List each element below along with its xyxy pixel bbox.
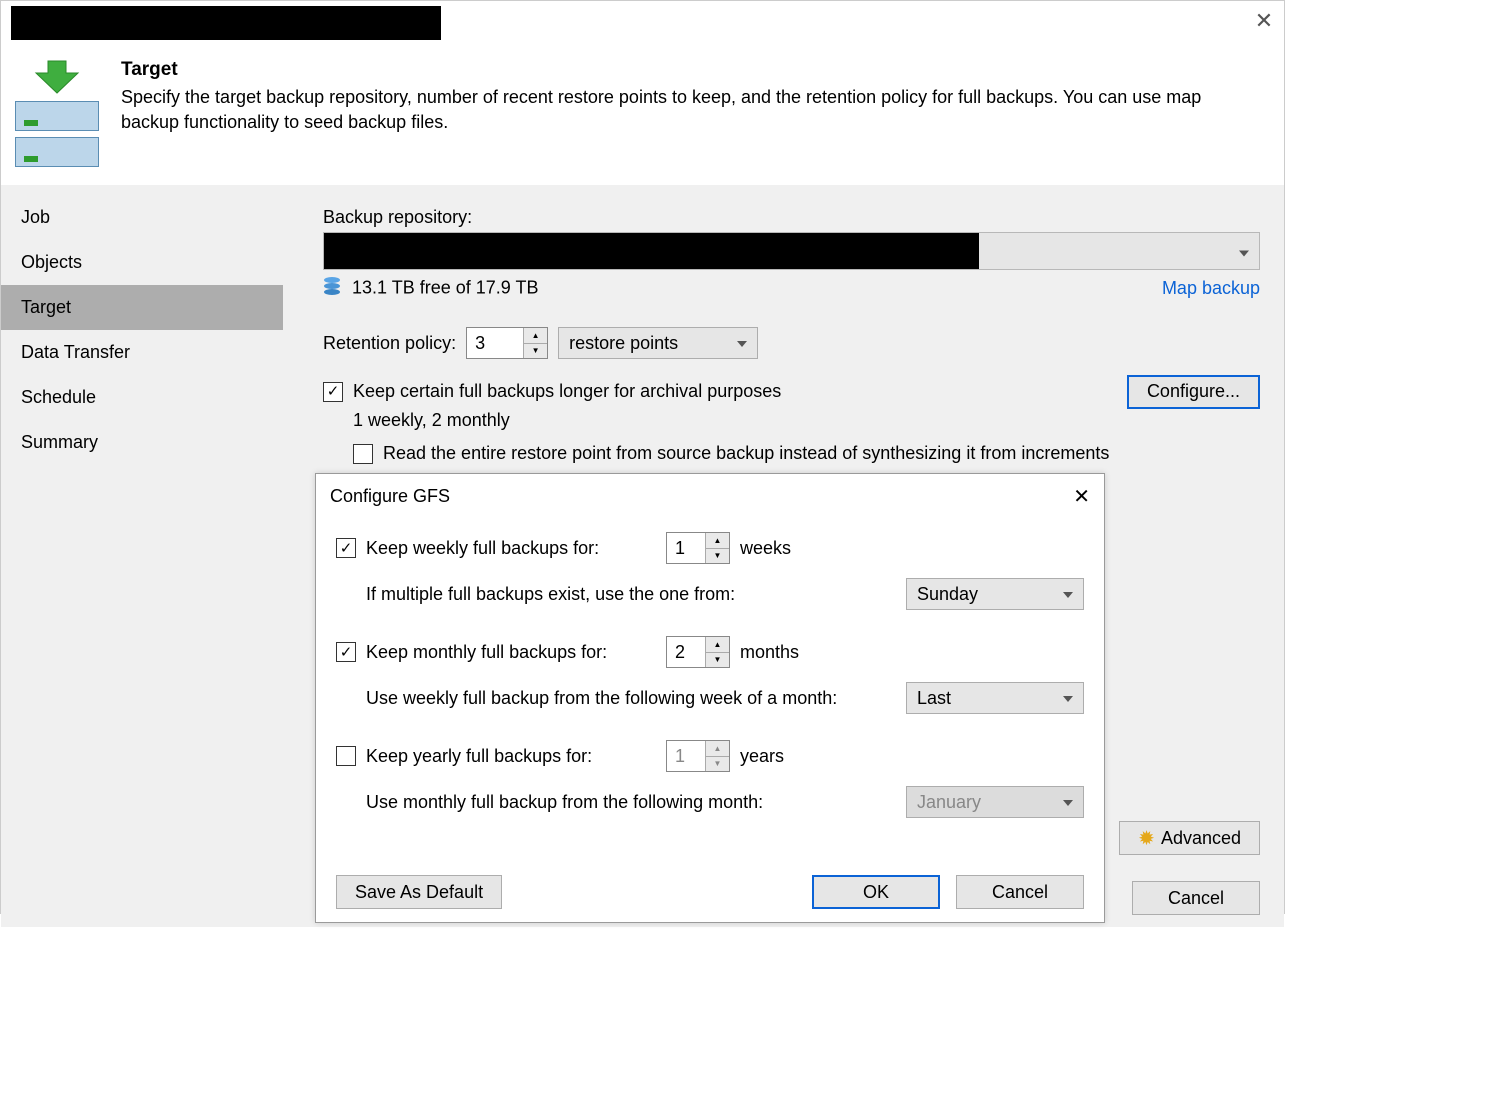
ok-button-label: OK [863, 882, 889, 903]
spin-buttons[interactable]: ▲▼ [705, 741, 729, 771]
wizard-steps: Job Objects Target Data Transfer Schedul… [1, 185, 283, 869]
sidebar-item-label: Job [21, 207, 50, 227]
gfs-weekly-group: ✓ Keep weekly full backups for: 1 ▲▼ wee… [336, 532, 1084, 610]
monthly-checkbox[interactable]: ✓ [336, 642, 356, 662]
weekly-sub-label: If multiple full backups exist, use the … [366, 584, 735, 605]
retention-value: 3 [467, 328, 523, 358]
sidebar-item-label: Data Transfer [21, 342, 130, 362]
sidebar-item-label: Objects [21, 252, 82, 272]
free-space-info: 13.1 TB free of 17.9 TB [323, 276, 538, 301]
backup-repository-dropdown[interactable] [323, 232, 1260, 270]
weekly-day-select[interactable]: Sunday [906, 578, 1084, 610]
advanced-button-label: Advanced [1161, 828, 1241, 849]
configure-gfs-dialog: Configure GFS ✕ ✓ Keep weekly full backu… [315, 473, 1105, 923]
read-entire-label: Read the entire restore point from sourc… [383, 443, 1109, 464]
close-icon: ✕ [1255, 8, 1273, 34]
cancel-button-label: Cancel [1168, 888, 1224, 909]
dialog-body: ✓ Keep weekly full backups for: 1 ▲▼ wee… [316, 518, 1104, 862]
sidebar-item-schedule[interactable]: Schedule [1, 375, 283, 420]
yearly-checkbox[interactable] [336, 746, 356, 766]
target-icon [11, 59, 103, 167]
save-as-default-label: Save As Default [355, 882, 483, 903]
sidebar-item-summary[interactable]: Summary [1, 420, 283, 465]
weekly-day-value: Sunday [917, 584, 978, 605]
map-backup-link[interactable]: Map backup [1162, 278, 1260, 299]
backup-repository-label: Backup repository: [323, 207, 1260, 228]
yearly-unit: years [740, 746, 784, 767]
dialog-title: Configure GFS [330, 486, 450, 507]
cancel-button[interactable]: Cancel [956, 875, 1084, 909]
chevron-down-icon [1063, 691, 1073, 705]
read-entire-checkbox[interactable] [353, 444, 373, 464]
free-space-text: 13.1 TB free of 17.9 TB [352, 277, 538, 297]
weekly-checkbox[interactable]: ✓ [336, 538, 356, 558]
dialog-close-button[interactable]: ✕ [1073, 484, 1090, 509]
gfs-yearly-group: Keep yearly full backups for: 1 ▲▼ years… [336, 740, 1084, 818]
gfs-monthly-group: ✓ Keep monthly full backups for: 2 ▲▼ mo… [336, 636, 1084, 714]
dialog-footer: Save As Default OK Cancel [316, 862, 1104, 922]
save-as-default-button[interactable]: Save As Default [336, 875, 502, 909]
sidebar-item-target[interactable]: Target [1, 285, 283, 330]
chevron-down-icon [1063, 587, 1073, 601]
retention-policy-label: Retention policy: [323, 333, 456, 354]
repository-redacted [324, 233, 979, 269]
spin-buttons[interactable]: ▲▼ [523, 328, 547, 358]
retention-unit-label: restore points [569, 333, 678, 354]
yearly-sub-label: Use monthly full backup from the followi… [366, 792, 763, 813]
chevron-down-icon [1239, 241, 1249, 262]
cancel-button-label: Cancel [992, 882, 1048, 903]
spin-buttons[interactable]: ▲▼ [705, 533, 729, 563]
advanced-button[interactable]: ✹ Advanced [1119, 821, 1260, 855]
monthly-value-input[interactable]: 2 ▲▼ [666, 636, 730, 668]
sidebar-item-label: Schedule [21, 387, 96, 407]
yearly-label: Keep yearly full backups for: [366, 746, 656, 767]
weekly-label: Keep weekly full backups for: [366, 538, 656, 559]
titlebar: ✕ [1, 1, 1284, 41]
sidebar-item-job[interactable]: Job [1, 195, 283, 240]
configure-button-label: Configure... [1147, 381, 1240, 402]
wizard-header: Target Specify the target backup reposit… [1, 41, 1284, 185]
titlebar-redacted [11, 6, 441, 40]
weekly-value: 1 [667, 533, 705, 563]
sidebar-item-label: Target [21, 297, 71, 317]
disk-stack-icon [323, 276, 341, 301]
spin-buttons[interactable]: ▲▼ [705, 637, 729, 667]
cancel-button[interactable]: Cancel [1132, 881, 1260, 915]
dialog-titlebar: Configure GFS ✕ [316, 474, 1104, 518]
sidebar-item-data-transfer[interactable]: Data Transfer [1, 330, 283, 375]
monthly-week-value: Last [917, 688, 951, 709]
yearly-value-input[interactable]: 1 ▲▼ [666, 740, 730, 772]
window-close-button[interactable]: ✕ [1244, 1, 1284, 41]
keep-full-summary: 1 weekly, 2 monthly [353, 410, 1260, 431]
keep-full-label: Keep certain full backups longer for arc… [353, 381, 781, 402]
gear-icon: ✹ [1138, 826, 1155, 851]
monthly-sub-label: Use weekly full backup from the followin… [366, 688, 837, 709]
retention-value-input[interactable]: 3 ▲▼ [466, 327, 548, 359]
yearly-value: 1 [667, 741, 705, 771]
monthly-label: Keep monthly full backups for: [366, 642, 656, 663]
yearly-month-value: January [917, 792, 981, 813]
chevron-down-icon [1063, 795, 1073, 809]
keep-full-checkbox[interactable]: ✓ [323, 382, 343, 402]
ok-button[interactable]: OK [812, 875, 940, 909]
yearly-month-select[interactable]: January [906, 786, 1084, 818]
monthly-value: 2 [667, 637, 705, 667]
sidebar-item-label: Summary [21, 432, 98, 452]
sidebar-item-objects[interactable]: Objects [1, 240, 283, 285]
monthly-week-select[interactable]: Last [906, 682, 1084, 714]
retention-unit-select[interactable]: restore points [558, 327, 758, 359]
weekly-value-input[interactable]: 1 ▲▼ [666, 532, 730, 564]
monthly-unit: months [740, 642, 799, 663]
weekly-unit: weeks [740, 538, 791, 559]
page-title: Target [121, 59, 1221, 81]
chevron-down-icon [737, 336, 747, 350]
configure-button[interactable]: Configure... [1127, 375, 1260, 409]
page-description: Specify the target backup repository, nu… [121, 85, 1221, 135]
